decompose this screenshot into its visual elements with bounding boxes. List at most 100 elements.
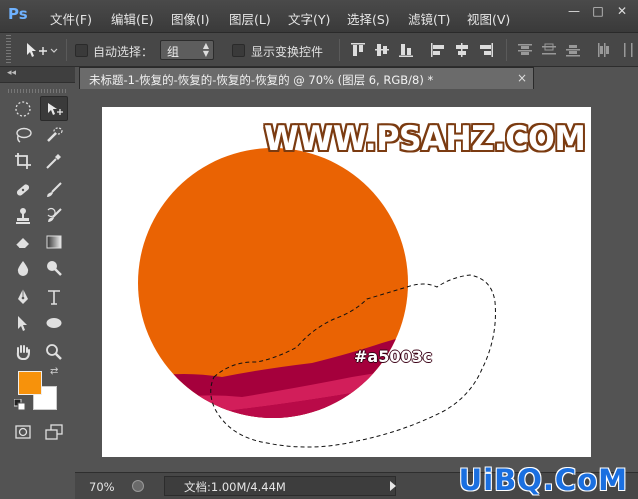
hand-icon [16,345,30,360]
brush-icon [47,182,62,197]
eraser-tool[interactable] [9,229,37,254]
quick-mask-button[interactable] [9,419,37,444]
menu-layer[interactable]: 图层(L) [229,9,271,28]
distribute-bottom-icon[interactable] [565,42,581,58]
marquee-icon [15,101,31,117]
menu-select[interactable]: 选择(S) [347,9,390,28]
quick-selection-icon [47,127,63,142]
gradient-tool[interactable] [40,229,68,254]
zoom-tool[interactable] [40,339,68,364]
type-icon [48,290,60,305]
menu-filter[interactable]: 滤镜(T) [408,9,450,28]
separator [506,39,507,61]
path-selection-tool[interactable] [9,310,37,335]
healing-brush-tool[interactable] [9,177,37,202]
stepper-arrows-icon: ▲ ▼ [202,41,209,58]
status-info-icon[interactable] [132,480,144,492]
document-tab[interactable]: 未标题-1-恢复的-恢复的-恢复的-恢复的 @ 70% (图层 6, RGB/8… [79,67,534,89]
stamp-icon [16,208,30,224]
menu-edit[interactable]: 编辑(E) [111,9,154,28]
zoom-level: 70% [89,480,115,494]
menu-file[interactable]: 文件(F) [50,9,92,28]
ellipse-icon [46,318,62,328]
gradient-icon [46,235,62,249]
zoom-level-field[interactable]: 70% [75,476,125,496]
eraser-icon [15,238,29,249]
options-grip [6,35,11,63]
dodge-icon [47,261,62,276]
pen-icon [18,289,28,304]
minimize-button[interactable]: — [566,4,582,18]
path-selection-icon [18,316,27,331]
swap-colors-icon[interactable]: ⇄ [50,366,58,377]
separator [66,39,67,61]
auto-select-label: 自动选择： [93,45,154,59]
toolbox-panel: ◂◂ ⇄ [0,67,75,499]
toolbox-header: ◂◂ [0,67,75,83]
auto-select-value: 组 [167,45,180,59]
align-hcenter-icon[interactable] [454,42,470,58]
maximize-button[interactable]: □ [590,4,606,18]
collapse-panel-icon[interactable]: ◂◂ [7,68,16,78]
foreground-color-swatch[interactable] [18,371,42,395]
align-bottom-icon[interactable] [398,42,414,58]
clone-stamp-tool[interactable] [9,203,37,228]
menu-bar: Ps 文件(F) 编辑(E) 图像(I) 图层(L) 文字(Y) 选择(S) 滤… [0,0,638,33]
history-brush-tool[interactable] [40,203,68,228]
default-colors-icon[interactable] [13,398,26,414]
canvas-workspace[interactable]: WWW.PSAHZ.COM #a5003c [75,89,638,472]
brush-tool[interactable] [40,177,68,202]
separator [339,39,340,61]
move-icon [48,103,63,115]
color-hex-label: #a5003c [354,347,433,366]
artwork [138,148,496,448]
close-tab-icon[interactable]: × [517,71,527,85]
quick-selection-tool[interactable] [40,122,68,147]
crop-tool[interactable] [9,148,37,173]
auto-select-checkbox[interactable] [75,44,88,57]
move-tool[interactable] [40,96,68,121]
show-transform-checkbox[interactable] [232,44,245,57]
pen-tool[interactable] [9,284,37,309]
eyedropper-icon [46,154,61,169]
site-logo-text: WWW.PSAHZ.COM [264,119,586,159]
options-bar: 自动选择： 组 ▲ ▼ 显示变换控件 [0,33,638,67]
screen-mode-button[interactable] [40,419,68,444]
auto-select-dropdown[interactable]: 组 ▲ ▼ [160,40,214,60]
quick-mask-icon [15,425,31,439]
align-left-icon[interactable] [430,42,446,58]
document-info-box[interactable]: 文档:1.00M/4.44M [164,476,396,496]
move-tool-icon[interactable] [24,41,58,62]
align-top-icon[interactable] [350,42,366,58]
lasso-icon [16,127,32,143]
lasso-tool[interactable] [9,122,37,147]
screen-mode-icon [45,424,63,440]
type-tool[interactable] [40,284,68,309]
history-brush-icon [47,207,62,222]
show-transform-label: 显示变换控件 [251,45,324,59]
document-size-info: 文档:1.00M/4.44M [184,480,286,494]
marquee-tool[interactable] [9,96,37,121]
ellipse-tool[interactable] [40,310,68,335]
toolbox-grip[interactable] [8,89,68,93]
hand-tool[interactable] [9,339,37,364]
document-canvas[interactable]: WWW.PSAHZ.COM #a5003c [102,107,591,457]
crop-icon [15,153,31,169]
status-menu-arrow-icon[interactable] [390,481,396,491]
distribute-top-icon[interactable] [517,42,533,58]
magnifier-icon [46,344,62,360]
dodge-tool[interactable] [40,255,68,280]
blur-tool[interactable] [9,255,37,280]
menu-view[interactable]: 视图(V) [467,9,510,28]
menu-image[interactable]: 图像(I) [171,9,209,28]
distribute-hcenter-icon[interactable] [620,42,636,58]
distribute-left-icon[interactable] [596,42,612,58]
align-right-icon[interactable] [478,42,494,58]
align-vcenter-icon[interactable] [374,42,390,58]
distribute-vcenter-icon[interactable] [541,42,557,58]
menu-type[interactable]: 文字(Y) [288,9,330,28]
eyedropper-tool[interactable] [40,148,68,173]
document-tab-title: 未标题-1-恢复的-恢复的-恢复的-恢复的 @ 70% (图层 6, RGB/8… [89,73,434,87]
photoshop-logo: Ps [8,5,28,23]
close-window-button[interactable]: ✕ [614,4,630,18]
